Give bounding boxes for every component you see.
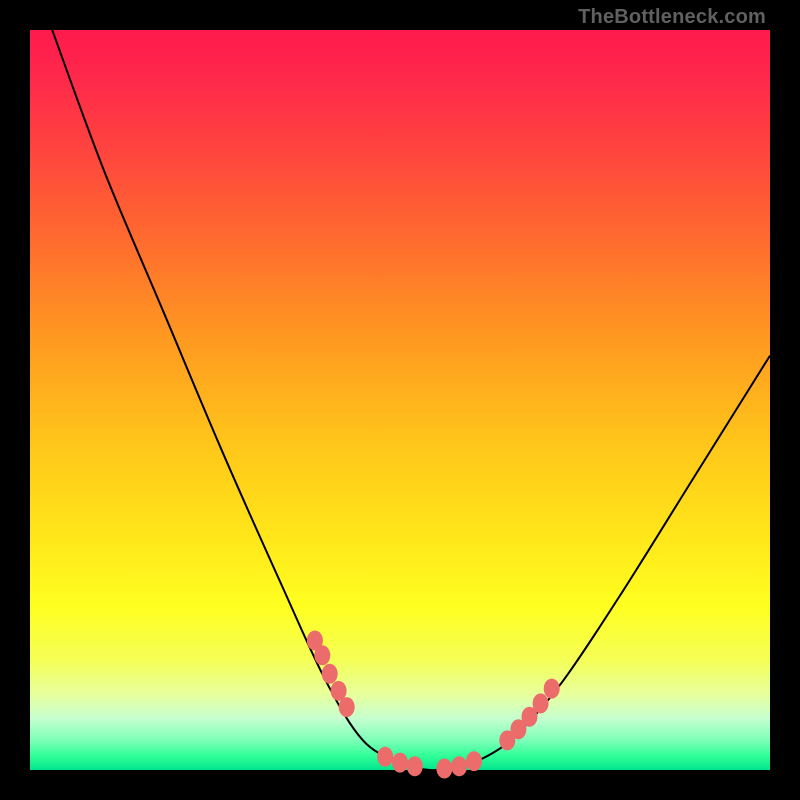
marker-group xyxy=(307,631,560,779)
chart-svg xyxy=(30,30,770,770)
bottleneck-curve xyxy=(52,30,770,770)
curve-marker xyxy=(322,664,338,684)
curve-marker xyxy=(314,645,330,665)
chart-frame: TheBottleneck.com xyxy=(0,0,800,800)
curve-marker xyxy=(407,756,423,776)
curve-marker xyxy=(339,697,355,717)
curve-marker xyxy=(544,679,560,699)
curve-marker xyxy=(533,693,549,713)
curve-marker xyxy=(377,747,393,767)
curve-marker xyxy=(436,759,452,779)
curve-marker xyxy=(466,751,482,771)
plot-area xyxy=(30,30,770,770)
curve-marker xyxy=(451,756,467,776)
curve-marker xyxy=(392,753,408,773)
attribution-text: TheBottleneck.com xyxy=(578,6,766,29)
